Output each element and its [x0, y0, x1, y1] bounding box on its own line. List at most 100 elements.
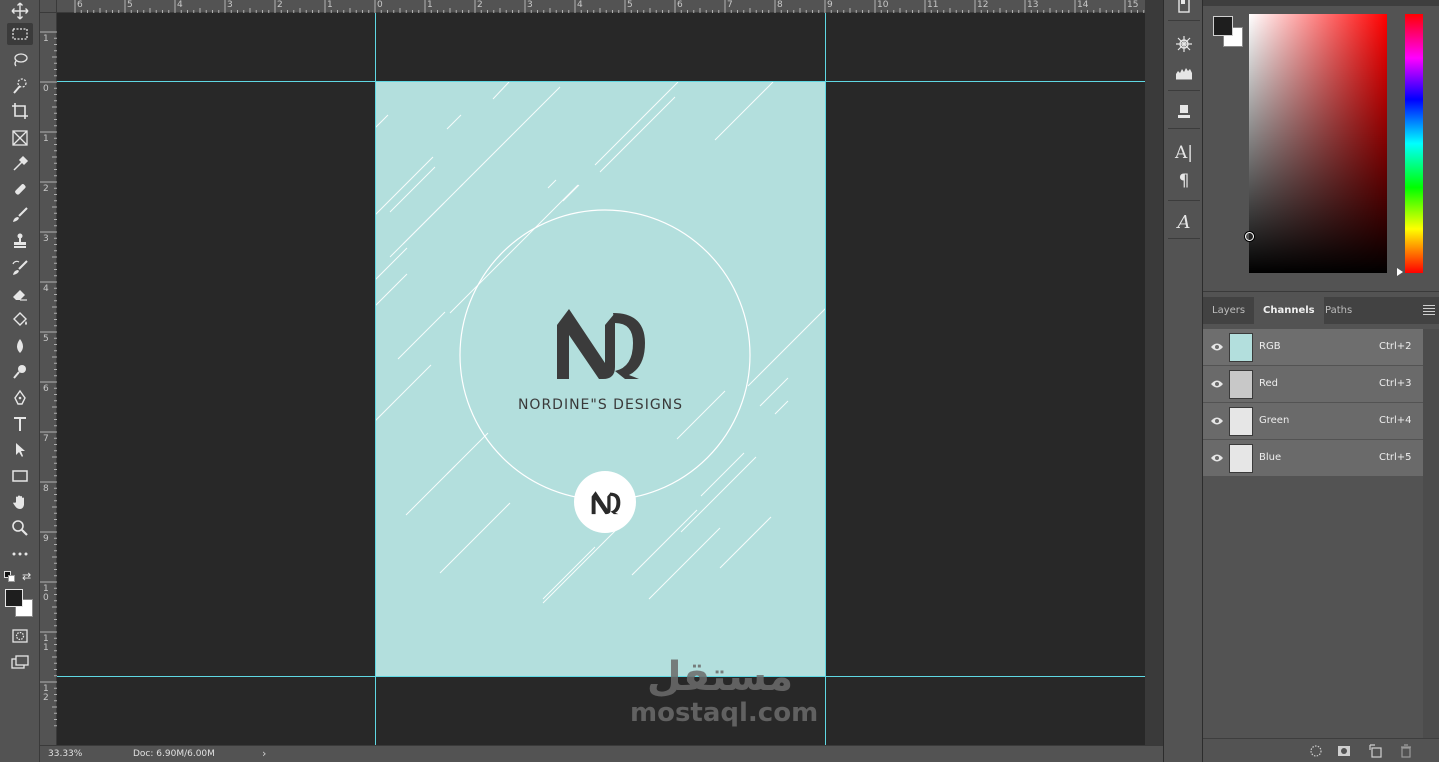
tab-paths[interactable]: Paths: [1316, 297, 1361, 324]
channel-row-rgb[interactable]: RGB Ctrl+2: [1203, 329, 1423, 366]
paragraph-icon[interactable]: ¶: [1172, 170, 1196, 192]
marquee-tool-icon[interactable]: [7, 23, 33, 45]
history-brush-tool-icon[interactable]: [7, 257, 33, 279]
ruler-top-label: 11: [927, 0, 939, 10]
paint-bucket-tool-icon[interactable]: [7, 309, 33, 331]
ruler-top-label: 10: [877, 0, 889, 10]
quick-select-tool-icon[interactable]: [7, 75, 33, 97]
ruler-top-label: 8: [777, 0, 783, 10]
quick-mask-icon[interactable]: [7, 625, 33, 647]
ruler-top-label: 14: [1077, 0, 1089, 10]
channel-thumbnail: [1229, 407, 1253, 436]
default-colors-icon[interactable]: [4, 571, 16, 583]
channels-scrollbar[interactable]: [1423, 329, 1439, 738]
channel-thumbnail: [1229, 444, 1253, 473]
right-panels: Layers Channels Paths RGB Ctrl+2 Red Ctr…: [1203, 0, 1439, 762]
channel-row-green[interactable]: Green Ctrl+4: [1203, 403, 1423, 440]
ruler-left-label: 0: [43, 84, 49, 94]
path-selection-tool-icon[interactable]: [7, 439, 33, 461]
tab-channels[interactable]: Channels: [1254, 297, 1324, 324]
ruler-left-label: 5: [43, 334, 49, 344]
guide-vertical-left[interactable]: [375, 13, 376, 745]
ruler-top-label: 6: [677, 0, 683, 10]
zoom-tool-icon[interactable]: [7, 517, 33, 539]
clone-stamp-tool-icon[interactable]: [7, 230, 33, 252]
ruler-left-label: 10: [43, 584, 49, 603]
load-selection-icon[interactable]: [1309, 744, 1323, 758]
visibility-eye-icon[interactable]: [1210, 415, 1224, 427]
ruler-top-label: 3: [227, 0, 233, 10]
color-panel-foreground-swatch[interactable]: [1213, 16, 1233, 36]
lasso-tool-icon[interactable]: [7, 49, 33, 71]
photoshop-window: ⇄ 6 5 4 3 2 1 0 1 2 3 4 5 6 7 8 9 10 11 12 13 14 15 101234567…: [0, 0, 1439, 762]
panel-separator: [1168, 128, 1200, 129]
hue-slider[interactable]: [1405, 14, 1423, 273]
histogram-icon[interactable]: [1172, 61, 1196, 83]
swap-colors-icon[interactable]: ⇄: [22, 570, 31, 583]
brush-tool-icon[interactable]: [7, 204, 33, 226]
save-selection-icon[interactable]: [1337, 744, 1351, 758]
ruler-top-label: 3: [527, 0, 533, 10]
ruler-left-label: 6: [43, 384, 49, 394]
artboard[interactable]: NORDINE"S DESIGNS: [375, 82, 826, 677]
status-menu-arrow-icon[interactable]: ›: [262, 747, 266, 760]
hue-slider-marker-icon[interactable]: [1397, 268, 1403, 276]
move-tool-icon[interactable]: [7, 0, 33, 22]
pen-tool-icon[interactable]: [7, 387, 33, 409]
panel-menu-icon[interactable]: [1423, 305, 1435, 317]
document-canvas[interactable]: NORDINE"S DESIGNS: [57, 13, 1145, 745]
guide-horizontal-bottom[interactable]: [57, 676, 1145, 677]
document-size: Doc: 6.90M/6.00M: [133, 749, 215, 759]
channel-shortcut: Ctrl+2: [1379, 341, 1412, 352]
color-panel-header: [1203, 0, 1439, 6]
eyedropper-tool-icon[interactable]: [7, 153, 33, 175]
ruler-top-label: 9: [827, 0, 833, 10]
saturation-brightness-field[interactable]: [1249, 14, 1387, 273]
color-field-cursor[interactable]: [1245, 232, 1254, 241]
guide-horizontal-top[interactable]: [57, 81, 1145, 82]
watermark-arabic: مستقل: [646, 654, 794, 700]
hand-tool-icon[interactable]: [7, 491, 33, 513]
ruler-top: 6 5 4 3 2 1 0 1 2 3 4 5 6 7 8 9 10 11 12 13 14 15: [40, 0, 1145, 13]
glyphs-icon[interactable]: A: [1172, 211, 1196, 233]
channel-row-blue[interactable]: Blue Ctrl+5: [1203, 440, 1423, 477]
ruler-left-label: 1: [43, 134, 49, 144]
tab-layers[interactable]: Layers: [1203, 297, 1254, 324]
3d-icon[interactable]: [1172, 100, 1196, 122]
new-channel-icon[interactable]: [1369, 744, 1383, 758]
ruler-top-label: 4: [577, 0, 583, 10]
ruler-top-label: 1: [427, 0, 433, 10]
guide-vertical-right[interactable]: [825, 13, 826, 745]
delete-channel-icon[interactable]: [1399, 744, 1413, 758]
channel-name: Green: [1259, 415, 1290, 426]
type-tool-icon[interactable]: [7, 413, 33, 435]
status-bar: 33.33% Doc: 6.90M/6.00M ›: [40, 745, 1163, 762]
screen-mode-icon[interactable]: [7, 651, 33, 673]
eraser-tool-icon[interactable]: [7, 283, 33, 305]
channel-thumbnail: [1229, 333, 1253, 362]
ruler-top-label: 6: [77, 0, 83, 10]
visibility-eye-icon[interactable]: [1210, 452, 1224, 464]
panel-separator: [1168, 20, 1200, 21]
more-tools-icon[interactable]: [7, 543, 33, 565]
frame-tool-icon[interactable]: [7, 127, 33, 149]
visibility-eye-icon[interactable]: [1210, 378, 1224, 390]
dodge-tool-icon[interactable]: [7, 361, 33, 383]
adjustments-icon[interactable]: [1172, 33, 1196, 55]
channel-shortcut: Ctrl+3: [1379, 378, 1412, 389]
blur-tool-icon[interactable]: [7, 335, 33, 357]
crop-tool-icon[interactable]: [7, 100, 33, 122]
vertical-scrollbar[interactable]: [1145, 0, 1163, 745]
tools-panel: ⇄: [0, 0, 40, 762]
layers-channels-paths-tabs: Layers Channels Paths: [1203, 297, 1439, 324]
properties-icon[interactable]: [1172, 0, 1196, 16]
ruler-top-label: 5: [127, 0, 133, 10]
visibility-eye-icon[interactable]: [1210, 341, 1224, 353]
healing-brush-tool-icon[interactable]: [7, 178, 33, 200]
channel-row-red[interactable]: Red Ctrl+3: [1203, 366, 1423, 403]
zoom-level[interactable]: 33.33%: [48, 749, 82, 759]
character-icon[interactable]: A|: [1172, 142, 1196, 164]
foreground-color-swatch[interactable]: [5, 589, 23, 607]
ruler-top-label: 4: [177, 0, 183, 10]
rectangle-tool-icon[interactable]: [7, 465, 33, 487]
